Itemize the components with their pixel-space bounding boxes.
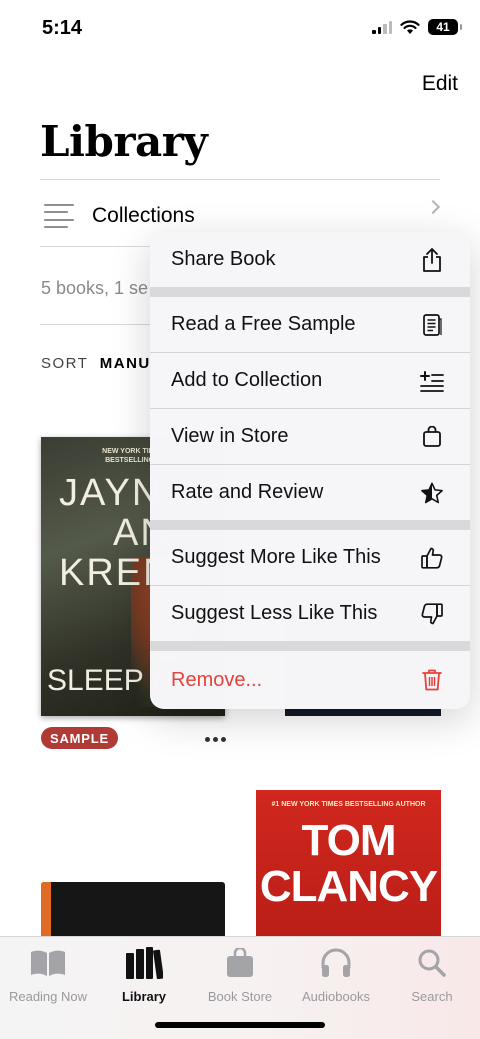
tab-search[interactable]: Search [384,945,480,1004]
sort-control[interactable]: SORT MANU [41,355,151,372]
tab-label: Search [411,989,453,1004]
menu-item-read-free-sample[interactable]: Read a Free Sample [150,297,470,352]
status-bar: 5:14 41 [0,0,480,56]
tab-book-store[interactable]: Book Store [192,945,288,1004]
author-line-1: JAYN [59,472,162,514]
menu-item-view-in-store[interactable]: View in Store [150,409,470,464]
menu-item-rate-and-review[interactable]: Rate and Review [150,465,470,520]
menu-item-label: Read a Free Sample [171,313,356,335]
tab-label: Book Store [207,989,273,1004]
sample-badge: SAMPLE [41,727,118,749]
cellular-signal-icon [372,20,392,34]
sort-prefix: SORT [41,355,89,372]
home-indicator[interactable] [155,1022,325,1028]
edit-button[interactable]: Edit [422,72,458,96]
menu-item-label: Share Book [171,248,276,270]
author-line-1: TOM [301,816,397,865]
book-context-menu: Share Book Read a Free Sample Add to Col… [150,232,470,709]
tab-reading-now[interactable]: Reading Now [0,945,96,1004]
add-to-list-icon [420,369,444,393]
more-options-icon[interactable] [205,737,226,742]
divider [40,179,440,180]
menu-group-separator [150,641,470,651]
star-icon [420,481,444,505]
menu-item-suggest-more[interactable]: Suggest More Like This [150,530,470,585]
tab-library[interactable]: Library [96,945,192,1004]
status-time: 5:14 [42,17,83,39]
tab-label: Reading Now [8,989,88,1004]
sample-page-icon [420,313,444,337]
author-line-2: CLANCY [259,862,438,911]
book-cover-black[interactable] [41,882,225,942]
list-icon [44,204,74,228]
menu-item-label: Rate and Review [171,481,324,503]
menu-item-add-to-collection[interactable]: Add to Collection [150,353,470,408]
thumbs-down-icon [420,602,444,626]
status-icons: 41 [372,19,462,35]
menu-item-label: View in Store [171,425,289,447]
wifi-icon [400,19,420,34]
menu-group-separator [150,520,470,530]
trash-icon [420,668,444,692]
menu-item-label: Remove... [171,668,263,691]
sort-value: MANU [99,355,151,372]
tab-label: Library [121,989,167,1004]
tab-audiobooks[interactable]: Audiobooks [288,945,384,1004]
menu-item-remove[interactable]: Remove... [150,651,470,709]
cover-top-text: #1 NEW YORK TIMES BESTSELLING AUTHOR [271,801,426,808]
battery-icon: 41 [428,19,462,35]
search-icon [412,945,452,981]
tab-label: Audiobooks [302,989,370,1004]
menu-group-separator [150,287,470,297]
store-bag-icon [420,425,444,449]
collections-label: Collections [92,204,195,227]
books-stack-icon [124,945,164,981]
menu-item-suggest-less[interactable]: Suggest Less Like This [150,586,470,641]
menu-item-share-book[interactable]: Share Book [150,232,470,287]
menu-item-label: Suggest Less Like This [171,602,378,624]
page-title: Library [40,117,208,166]
book-cover-tom-clancy[interactable]: #1 NEW YORK TIMES BESTSELLING AUTHOR TOM… [256,790,441,942]
menu-item-label: Add to Collection [171,369,323,391]
book-open-icon [28,945,68,981]
share-icon [420,247,444,272]
menu-item-label: Suggest More Like This [171,546,381,568]
books-count: 5 books, 1 se [41,278,149,298]
chevron-right-icon [425,199,441,215]
shopping-bag-icon [220,945,260,981]
thumbs-up-icon [420,546,444,570]
headphones-icon [316,945,356,981]
